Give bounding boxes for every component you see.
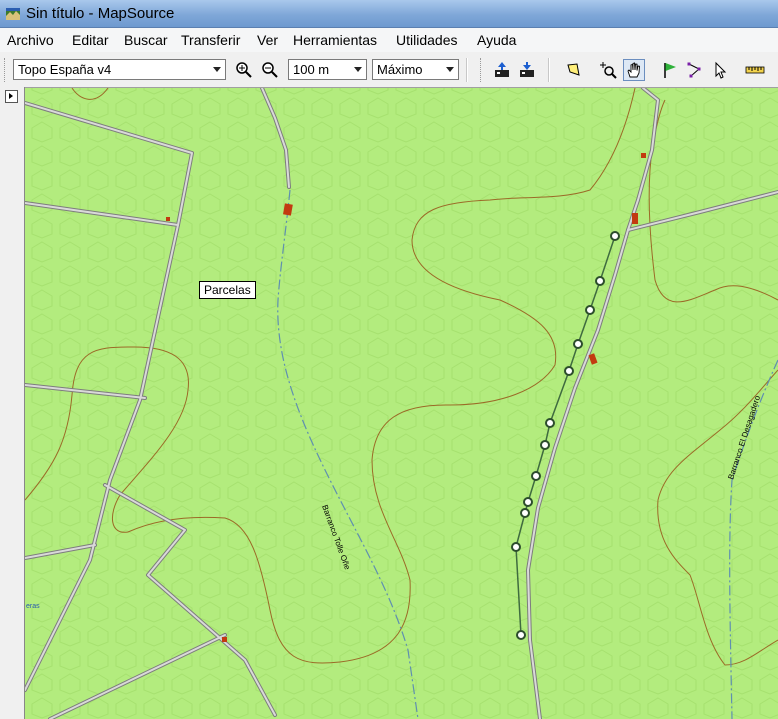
selection-arrow-button[interactable] [709,59,731,81]
measure-ruler-icon [745,66,765,74]
parcelas-tooltip: Parcelas [199,281,256,299]
track-point [516,630,526,640]
track-point [610,231,620,241]
zoom-tool-icon [600,62,617,79]
toolbar: Topo España v4 100 m Máximo [0,52,778,88]
chevron-down-icon [213,67,221,72]
track-point [520,508,530,518]
chevron-down-icon [354,67,362,72]
track-point [523,497,533,507]
map-product-select[interactable]: Topo España v4 [13,59,226,80]
zoom-in-icon [236,62,252,78]
zoom-out-button[interactable] [259,59,281,81]
building [222,637,227,642]
route-tool-button[interactable] [684,59,706,81]
send-to-device-button[interactable] [516,59,538,81]
toolbar-separator [548,58,550,82]
receive-from-device-icon [495,62,509,77]
route-tool-icon [687,62,701,78]
menu-archivo[interactable]: Archivo [7,32,54,48]
zoom-in-button[interactable] [233,59,255,81]
track-point [573,339,583,349]
menu-editar[interactable]: Editar [72,32,109,48]
zoom-out-icon [262,62,278,78]
map-view[interactable]: Barranco Tolle Oñe Barranco El Desagader… [25,88,778,719]
toolbar-separator [466,58,468,82]
detail-level-select[interactable]: Máximo [372,59,459,80]
zoom-scale-select[interactable]: 100 m [288,59,367,80]
menu-ver[interactable]: Ver [257,32,278,48]
selection-arrow-icon [715,61,727,79]
track-point [545,418,555,428]
edge-label: eras [26,603,40,610]
track-point [595,276,605,286]
send-to-device-icon [520,62,534,77]
menu-utilidades[interactable]: Utilidades [396,32,457,48]
building [632,213,638,224]
menu-transferir[interactable]: Transferir [181,32,240,48]
title-bar: Sin título - MapSource [0,0,778,28]
menu-bar: Archivo Editar Buscar Transferir Ver Her… [0,28,778,53]
track-point [585,305,595,315]
waypoint-flag-button[interactable] [659,59,681,81]
menu-ayuda[interactable]: Ayuda [477,32,516,48]
waypoint-flag-icon [664,63,676,78]
map-select-button[interactable] [563,59,585,81]
hand-tool-button[interactable] [623,59,645,81]
receive-from-device-button[interactable] [491,59,513,81]
mapsource-app-icon [6,8,20,20]
expand-panel-button[interactable] [5,90,18,103]
toolbar-grip[interactable] [4,58,8,82]
map-select-icon [567,63,580,76]
building [166,217,170,221]
menu-buscar[interactable]: Buscar [124,32,168,48]
measure-ruler-button[interactable] [744,59,766,81]
zoom-tool-button[interactable] [597,59,619,81]
track-point [531,471,541,481]
zoom-scale-value: 100 m [293,62,330,77]
chevron-down-icon [446,67,454,72]
hand-tool-icon [627,62,640,78]
map-canvas[interactable]: Barranco Tolle Oñe Barranco El Desagader… [25,88,778,719]
track-point [540,440,550,450]
detail-level-value: Máximo [377,62,423,77]
map-product-value: Topo España v4 [18,62,112,77]
building [641,153,646,158]
menu-herramientas[interactable]: Herramientas [293,32,377,48]
track-point [511,542,521,552]
track-point [564,366,574,376]
side-panel-strip [0,87,25,719]
toolbar-grip[interactable] [480,58,484,82]
window-title: Sin título - MapSource [26,5,175,22]
